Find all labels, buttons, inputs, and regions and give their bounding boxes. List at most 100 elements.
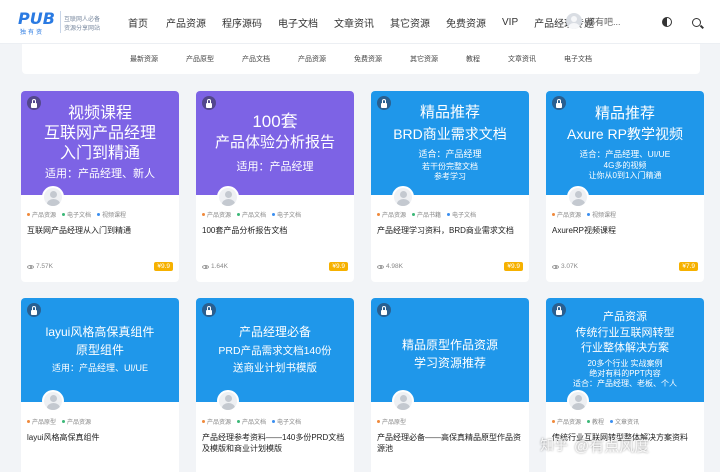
eye-icon xyxy=(202,264,209,269)
card-title[interactable]: 产品经理学习资料，BRD商业需求文档 xyxy=(377,225,523,236)
tag[interactable]: 产品原型 xyxy=(377,417,406,426)
thumb-line: 4G多的视频 xyxy=(603,161,647,171)
thumb-line: 参考学习 xyxy=(434,172,466,182)
thumb-line: BRD商业需求文档 xyxy=(393,125,507,142)
tag[interactable]: 电子文档 xyxy=(447,210,476,219)
card-thumbnail: 产品资源 传统行业互联网转型 行业整体解决方案 20多个行业 实战案例 绝对有料… xyxy=(546,298,704,402)
resource-card[interactable]: 精品推荐 BRD商业需求文档 适合：产品经理 若干份完整文档 参考学习 产品资源… xyxy=(371,91,529,282)
thumb-line: 产品资源 xyxy=(603,310,647,323)
thumb-line: 行业整体解决方案 xyxy=(581,342,669,355)
category-product-resources[interactable]: 产品资源 xyxy=(298,54,326,64)
tag[interactable]: 教程 xyxy=(587,417,604,426)
nav-item-other-resources[interactable]: 其它资源 xyxy=(390,15,430,30)
thumb-line: 适用：产品经理、新人 xyxy=(45,168,155,181)
category-e-docs[interactable]: 电子文档 xyxy=(564,54,592,64)
category-prototype[interactable]: 产品原型 xyxy=(186,54,214,64)
thumb-line: 传统行业互联网转型 xyxy=(575,326,675,339)
tag[interactable]: 产品资源 xyxy=(62,417,91,426)
card-stats: 4.98K ¥9.9 xyxy=(377,262,523,273)
card-title[interactable]: 产品经理必备——高保真精品原型作品资源池 xyxy=(377,432,523,454)
card-thumbnail: 精品推荐 BRD商业需求文档 适合：产品经理 若干份完整文档 参考学习 xyxy=(371,91,529,195)
card-title[interactable]: layui风格高保真组件 xyxy=(27,432,173,443)
thumb-line: 学习资源推荐 xyxy=(413,355,486,370)
resource-card[interactable]: 精品原型作品资源 学习资源推荐 产品原型 产品经理必备——高保真精品原型作品资源… xyxy=(371,298,529,472)
card-stats: 7.57K ¥9.9 xyxy=(27,262,173,273)
thumb-line: 精品推荐 xyxy=(594,104,655,122)
resource-card[interactable]: 视频课程 互联网产品经理 入门到精通 适用：产品经理、新人 产品资源 电子文档 … xyxy=(21,91,179,282)
tag[interactable]: 产品资源 xyxy=(552,417,581,426)
price-badge: ¥9.9 xyxy=(504,262,523,271)
logo-subtext: 独有资 xyxy=(20,30,45,36)
nav-item-free-resources[interactable]: 免费资源 xyxy=(446,15,486,30)
thumb-line: 100套 xyxy=(252,112,298,132)
thumb-line: 视频课程 xyxy=(67,105,132,123)
nav-item-home[interactable]: 首页 xyxy=(128,15,148,30)
lock-icon xyxy=(27,96,41,110)
eye-icon xyxy=(552,264,559,269)
nav-item-e-docs[interactable]: 电子文档 xyxy=(278,15,318,30)
tag[interactable]: 产品资源 xyxy=(202,417,231,426)
card-title[interactable]: 产品经理参考资料——140多份PRD文档及模版和商业计划模版 xyxy=(202,432,348,454)
thumb-line: 互联网产品经理 xyxy=(43,125,156,143)
category-product-docs[interactable]: 产品文档 xyxy=(242,54,270,64)
author-avatar xyxy=(42,390,64,412)
tag[interactable]: 文章资讯 xyxy=(610,417,639,426)
thumb-line: 若干份完整文档 xyxy=(422,162,478,172)
resource-card[interactable]: 精品推荐 Axure RP教学视频 适合：产品经理、UI/UE 4G多的视频 让… xyxy=(546,91,704,282)
nav-item-vip[interactable]: VIP xyxy=(502,17,518,28)
logo-mark: PUB xyxy=(18,9,55,28)
tag[interactable]: 产品原型 xyxy=(27,417,56,426)
category-latest[interactable]: 最新资源 xyxy=(130,54,158,64)
tag[interactable]: 产品资源 xyxy=(377,210,406,219)
category-articles[interactable]: 文章资讯 xyxy=(508,54,536,64)
card-tags: 产品资源 电子文档 视频课程 xyxy=(27,210,132,219)
watermark-brand: 知乎 xyxy=(540,437,568,453)
tag[interactable]: 电子文档 xyxy=(62,210,91,219)
tag[interactable]: 产品书籍 xyxy=(412,210,441,219)
nav-item-source-code[interactable]: 程序源码 xyxy=(222,15,262,30)
tag[interactable]: 产品文档 xyxy=(237,210,266,219)
view-count: 7.57K xyxy=(27,263,53,270)
card-title[interactable]: 互联网产品经理从入门到精通 xyxy=(27,225,173,236)
thumb-line: layui风格高保真组件 xyxy=(45,325,155,340)
card-thumbnail: 视频课程 互联网产品经理 入门到精通 适用：产品经理、新人 xyxy=(21,91,179,195)
card-title[interactable]: AxureRP视频课程 xyxy=(552,225,698,236)
card-tags: 产品资源 产品文档 电子文档 xyxy=(202,417,307,426)
card-tags: 产品原型 产品资源 xyxy=(27,417,97,426)
resource-card[interactable]: layui风格高保真组件 原型组件 适用：产品经理、UI/UE 产品原型 产品资… xyxy=(21,298,179,472)
tag[interactable]: 产品资源 xyxy=(202,210,231,219)
card-thumbnail: 产品经理必备 PRD产品需求文档140份 送商业计划书模版 xyxy=(196,298,354,402)
category-tutorials[interactable]: 教程 xyxy=(466,54,480,64)
logo-tagline-1: 互联网人必备 xyxy=(64,17,101,23)
tag[interactable]: 产品文档 xyxy=(237,417,266,426)
price-badge: ¥9.9 xyxy=(329,262,348,271)
card-tags: 产品资源 视频课程 xyxy=(552,210,622,219)
tag[interactable]: 电子文档 xyxy=(272,417,301,426)
thumb-line: 让你从0到1入门精通 xyxy=(588,171,662,181)
theme-toggle-icon[interactable] xyxy=(659,14,675,30)
tag[interactable]: 电子文档 xyxy=(272,210,301,219)
tag[interactable]: 视频课程 xyxy=(587,210,616,219)
thumb-line: 绝对有料的PPT内容 xyxy=(589,369,661,379)
thumb-line: 原型组件 xyxy=(75,343,124,358)
site-logo[interactable]: PUB 独有资 互联网人必备 资源分享网站 xyxy=(18,9,110,37)
card-thumbnail: 100套 产品体验分析报告 适用：产品经理 xyxy=(196,91,354,195)
price-badge: ¥7.9 xyxy=(679,262,698,271)
nav-item-articles[interactable]: 文章资讯 xyxy=(334,15,374,30)
lock-icon xyxy=(552,303,566,317)
category-free[interactable]: 免费资源 xyxy=(354,54,382,64)
nav-item-product-resources[interactable]: 产品资源 xyxy=(166,15,206,30)
category-other[interactable]: 其它资源 xyxy=(410,54,438,64)
card-thumbnail: 精品原型作品资源 学习资源推荐 xyxy=(371,298,529,402)
search-icon[interactable] xyxy=(688,14,704,30)
resource-card[interactable]: 100套 产品体验分析报告 适用：产品经理 产品资源 产品文档 电子文档 100… xyxy=(196,91,354,282)
user-menu[interactable]: 都有吧... xyxy=(566,13,621,29)
tag[interactable]: 视频课程 xyxy=(97,210,126,219)
tag[interactable]: 产品资源 xyxy=(552,210,581,219)
card-title[interactable]: 100套产品分析报告文档 xyxy=(202,225,348,236)
resource-card[interactable]: 产品经理必备 PRD产品需求文档140份 送商业计划书模版 产品资源 产品文档 … xyxy=(196,298,354,472)
card-thumbnail: 精品推荐 Axure RP教学视频 适合：产品经理、UI/UE 4G多的视频 让… xyxy=(546,91,704,195)
tag[interactable]: 产品资源 xyxy=(27,210,56,219)
lock-icon xyxy=(377,303,391,317)
thumb-line: 20多个行业 实战案例 xyxy=(587,359,663,369)
